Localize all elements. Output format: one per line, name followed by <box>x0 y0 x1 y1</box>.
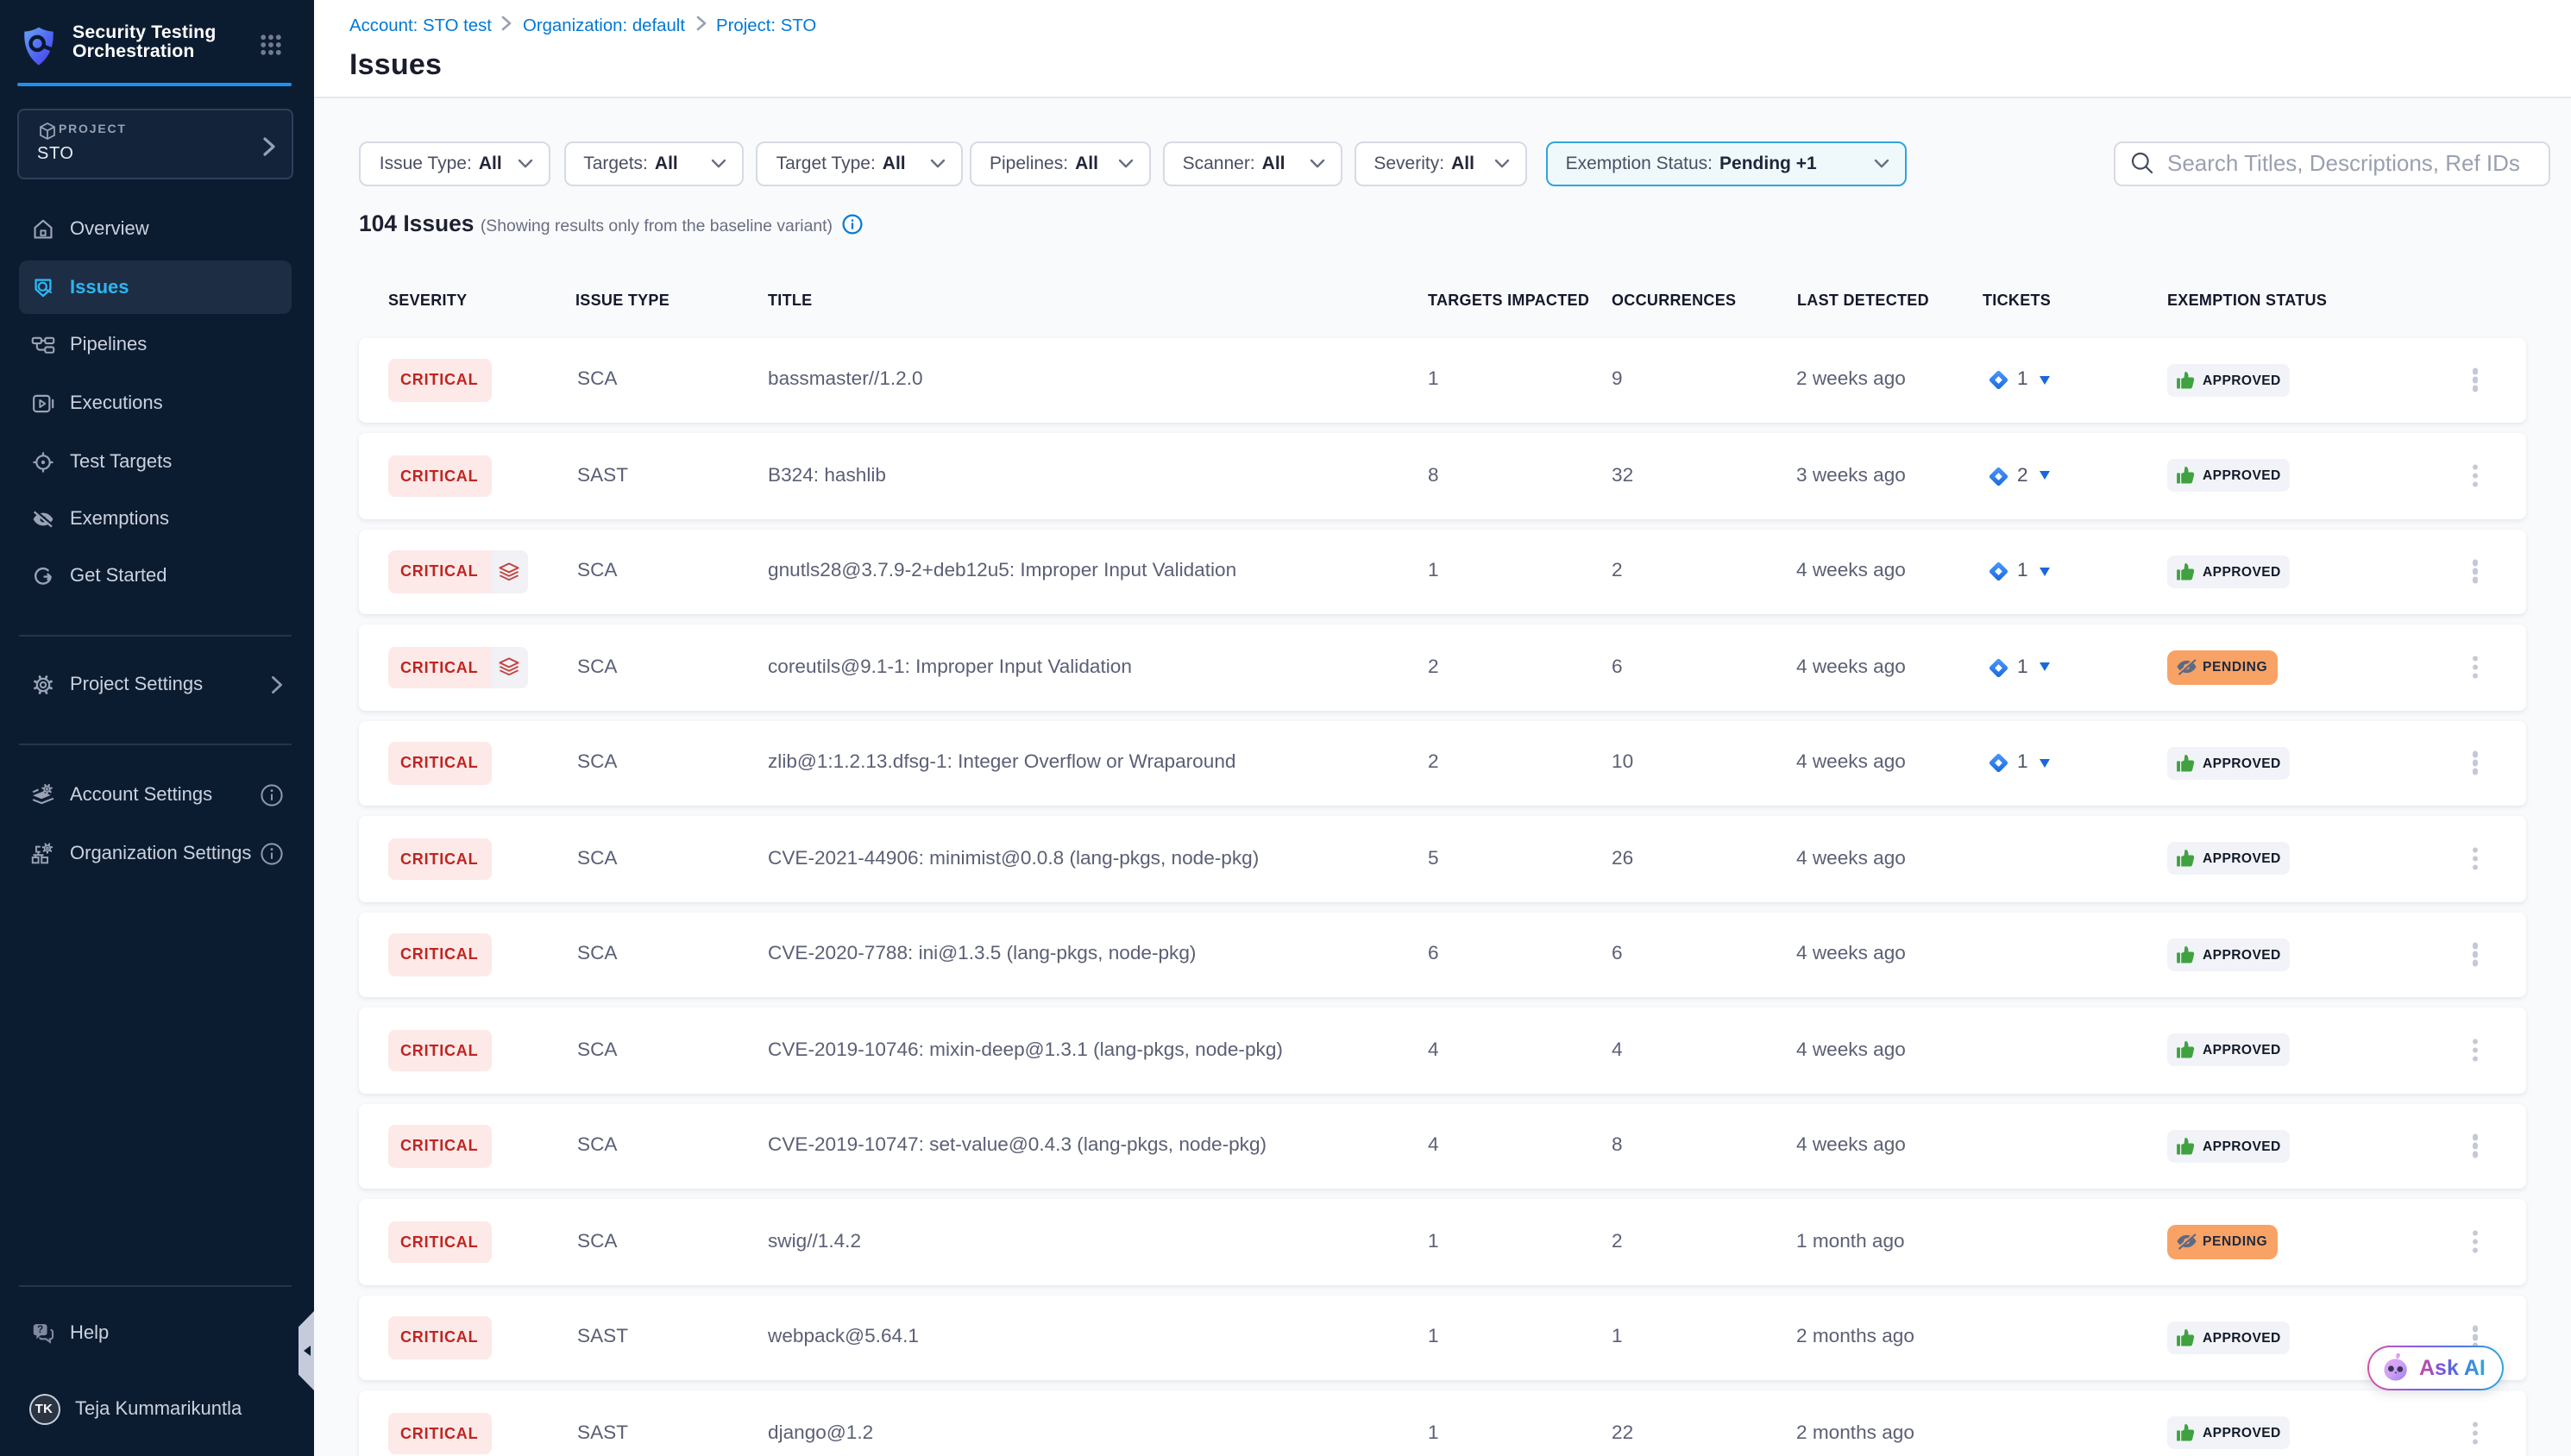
svg-text:?: ? <box>36 1323 42 1335</box>
